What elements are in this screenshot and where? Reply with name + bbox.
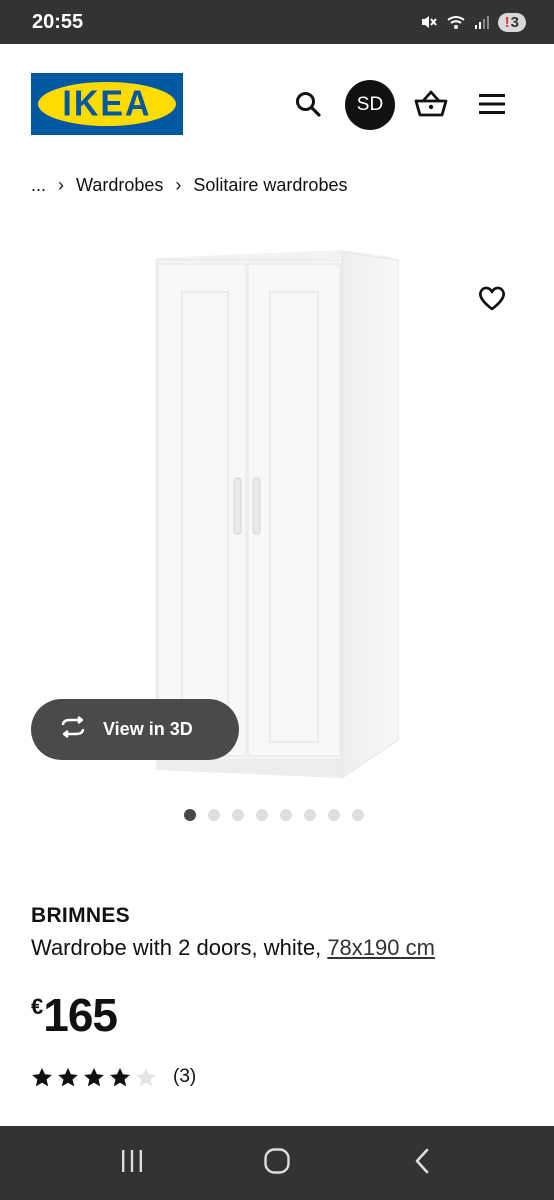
chevron-right-icon: › <box>175 175 182 195</box>
back-button[interactable] <box>392 1133 452 1193</box>
logo-oval: IKEA <box>38 82 176 126</box>
breadcrumb-item-wardrobes[interactable]: Wardrobes <box>76 175 163 196</box>
home-button[interactable] <box>247 1133 307 1193</box>
status-bar: 20:55 ! 3 <box>0 0 554 44</box>
carousel-dot[interactable] <box>208 809 220 821</box>
avatar[interactable]: SD <box>345 80 395 130</box>
star-filled-icon <box>83 1067 105 1088</box>
site-header: IKEA SD <box>0 44 554 164</box>
carousel-dot[interactable] <box>232 809 244 821</box>
view-in-3d-label: View in 3D <box>103 719 193 739</box>
status-icons: ! 3 <box>420 12 526 32</box>
product-price: € 165 <box>31 988 118 1042</box>
status-time: 20:55 <box>32 10 84 33</box>
wifi-icon <box>446 13 466 31</box>
recent-apps-button[interactable] <box>102 1133 162 1193</box>
carousel-dot[interactable] <box>184 809 196 821</box>
back-icon <box>412 1147 432 1180</box>
product-size-link[interactable]: 78x190 cm <box>327 935 435 960</box>
breadcrumb-item-solitaire-wardrobes[interactable]: Solitaire wardrobes <box>193 175 347 196</box>
breadcrumb-ellipsis[interactable]: ... <box>31 175 46 196</box>
chevron-right-icon: › <box>58 175 65 195</box>
carousel-dots <box>184 809 364 821</box>
heart-icon <box>478 285 506 316</box>
rotate-3d-icon <box>57 716 89 743</box>
view-in-3d-button[interactable]: View in 3D <box>31 699 239 760</box>
menu-button[interactable] <box>468 82 516 130</box>
alert-icon: ! <box>504 13 510 31</box>
star-empty-icon <box>135 1067 157 1088</box>
favourite-button[interactable] <box>472 280 512 320</box>
product-description-text: Wardrobe with 2 doors, white, <box>31 935 328 960</box>
carousel-dot[interactable] <box>280 809 292 821</box>
notification-count: 3 <box>510 13 519 31</box>
carousel-dot[interactable] <box>352 809 364 821</box>
rating-count: (3) <box>173 1066 197 1087</box>
carousel-dot[interactable] <box>328 809 340 821</box>
product-description: Wardrobe with 2 doors, white, 78x190 cm <box>31 935 435 961</box>
product-name: BRIMNES <box>31 904 130 927</box>
logo-text: IKEA <box>62 83 152 124</box>
carousel-dot[interactable] <box>256 809 268 821</box>
home-icon <box>263 1147 291 1180</box>
star-filled-icon <box>31 1067 53 1088</box>
menu-icon <box>478 93 506 120</box>
star-filled-icon <box>109 1067 131 1088</box>
basket-button[interactable] <box>407 82 455 130</box>
search-icon <box>294 90 322 123</box>
basket-icon <box>414 89 448 124</box>
recent-apps-icon <box>119 1148 145 1179</box>
notification-badge: ! 3 <box>497 12 526 32</box>
star-filled-icon <box>57 1067 79 1088</box>
price-currency: € <box>31 994 44 1019</box>
breadcrumb: ... › Wardrobes › Solitaire wardrobes <box>31 175 347 196</box>
product-rating[interactable]: (3) <box>31 1066 196 1088</box>
ikea-logo[interactable]: IKEA <box>31 73 183 135</box>
carousel-dot[interactable] <box>304 809 316 821</box>
price-amount: 165 <box>43 989 118 1041</box>
mute-icon <box>420 13 438 31</box>
search-button[interactable] <box>284 82 332 130</box>
signal-icon <box>474 14 490 30</box>
system-nav-bar <box>0 1126 554 1200</box>
